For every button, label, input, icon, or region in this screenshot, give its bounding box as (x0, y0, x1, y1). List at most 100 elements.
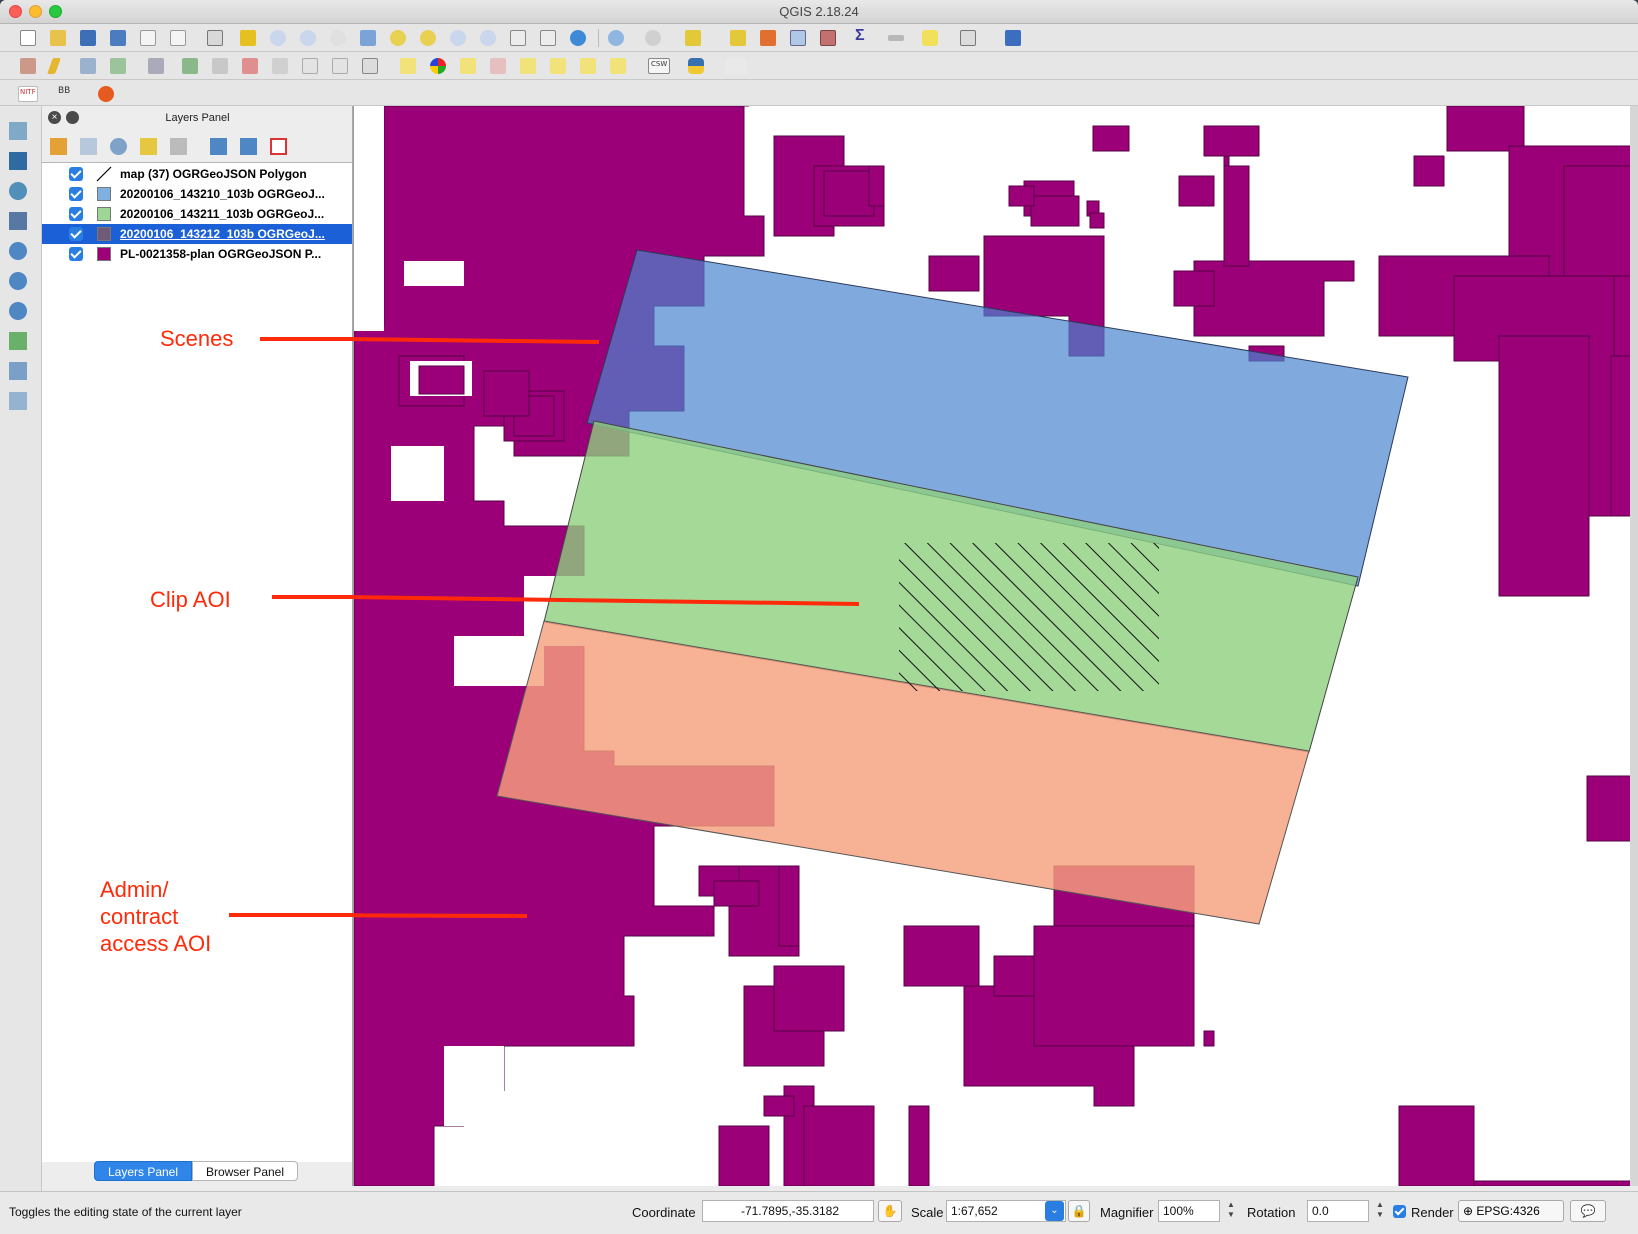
layer-row[interactable]: 20200106_143211_103b OGRGeoJ... (42, 204, 352, 224)
magnifier-field[interactable]: 100% (1158, 1200, 1220, 1222)
new-shapefile-layer-icon[interactable] (9, 392, 27, 410)
new-map-view-icon[interactable] (510, 30, 526, 46)
save-as-icon[interactable] (110, 30, 126, 46)
open-project-icon[interactable] (50, 30, 66, 46)
statistical-summary-icon[interactable]: Σ (855, 27, 865, 45)
delete-selected-icon[interactable] (242, 58, 258, 74)
layer-visibility-checkbox[interactable] (69, 167, 83, 181)
layer-visibility-checkbox[interactable] (69, 187, 83, 201)
add-spatialite-layer-icon[interactable] (9, 212, 27, 230)
change-label-icon[interactable] (580, 58, 596, 74)
run-feature-action-icon[interactable] (645, 30, 661, 46)
add-delimited-text-icon[interactable] (362, 58, 378, 74)
move-label-icon[interactable] (520, 58, 536, 74)
filter-by-expression-icon[interactable] (170, 138, 187, 155)
identify-features-icon[interactable] (608, 30, 624, 46)
style-manager-icon[interactable] (50, 138, 67, 155)
select-features-icon[interactable] (685, 30, 701, 46)
cut-features-icon[interactable] (272, 58, 288, 74)
pan-map-icon[interactable] (207, 30, 223, 46)
move-feature-icon[interactable] (182, 58, 198, 74)
copy-features-icon[interactable] (302, 58, 318, 74)
toggle-editing-icon[interactable] (47, 58, 61, 74)
help-icon[interactable] (1005, 30, 1021, 46)
refresh-icon[interactable] (570, 30, 586, 46)
expand-all-icon[interactable] (210, 138, 227, 155)
map-tips-icon[interactable] (922, 30, 938, 46)
show-hide-labels-icon[interactable] (610, 58, 626, 74)
magnifier-spinner-icon[interactable]: ▲ ▼ (1225, 1200, 1237, 1222)
highlight-pinned-icon[interactable] (490, 58, 506, 74)
save-layer-edits-icon[interactable] (80, 58, 96, 74)
pin-labels-icon[interactable] (460, 58, 476, 74)
layer-visibility-checkbox[interactable] (69, 227, 83, 241)
collapse-all-icon[interactable] (240, 138, 257, 155)
add-raster-layer-icon[interactable] (9, 152, 27, 170)
deselect-features-icon[interactable] (760, 30, 776, 46)
text-annotation-icon[interactable] (960, 30, 976, 46)
crs-button[interactable]: ⊕ EPSG:4326 (1458, 1200, 1564, 1222)
layer-visibility-checkbox[interactable] (69, 247, 83, 261)
add-wcs-layer-icon[interactable] (9, 272, 27, 290)
layer-row[interactable]: PL-0021358-plan OGRGeoJSON P... (42, 244, 352, 264)
render-checkbox[interactable] (1393, 1205, 1406, 1218)
coordinate-field[interactable]: -71.7895,-35.3182 (702, 1200, 874, 1222)
messages-icon[interactable]: 💬 (1570, 1200, 1606, 1222)
add-postgis-layer-icon[interactable] (9, 182, 27, 200)
fill-symbol-icon (97, 247, 111, 261)
open-field-calculator-icon[interactable] (820, 30, 836, 46)
zoom-native-icon[interactable] (330, 30, 346, 46)
zoom-next-icon[interactable] (480, 30, 496, 46)
rotation-field[interactable]: 0.0 (1307, 1200, 1369, 1222)
zoom-to-layer-icon[interactable] (420, 30, 436, 46)
add-virtual-layer-icon[interactable] (9, 362, 27, 380)
save-project-icon[interactable] (80, 30, 96, 46)
pan-to-selection-icon[interactable] (240, 30, 256, 46)
zoom-in-icon[interactable] (270, 30, 286, 46)
add-circular-string-icon[interactable] (148, 58, 164, 74)
python-console-icon[interactable] (688, 58, 704, 74)
toggle-extents-icon[interactable]: ✋ (878, 1200, 902, 1222)
rotate-label-icon[interactable] (550, 58, 566, 74)
layer-row[interactable]: map (37) OGRGeoJSON Polygon (42, 164, 352, 184)
add-vector-layer-icon[interactable] (9, 122, 27, 140)
tab-browser-panel[interactable]: Browser Panel (192, 1161, 298, 1181)
new-project-icon[interactable] (20, 30, 36, 46)
rotation-spinner-icon[interactable]: ▲ ▼ (1374, 1200, 1386, 1222)
add-feature-icon[interactable] (110, 58, 126, 74)
georeferencer-icon[interactable] (725, 58, 747, 74)
zoom-full-icon[interactable] (360, 30, 376, 46)
layer-row[interactable]: 20200106_143210_103b OGRGeoJ... (42, 184, 352, 204)
layer-row-selected[interactable]: 20200106_143212_103b OGRGeoJ... (42, 224, 352, 244)
add-delimited-text-layer-icon[interactable] (9, 332, 27, 350)
measure-line-icon[interactable] (888, 35, 904, 41)
bb-label[interactable]: BB (58, 86, 70, 96)
tab-layers-panel[interactable]: Layers Panel (94, 1161, 192, 1181)
composer-manager-icon[interactable] (170, 30, 186, 46)
scale-dropdown-icon[interactable]: ⌄ (1045, 1201, 1064, 1221)
open-attribute-table-icon[interactable] (790, 30, 806, 46)
map-canvas[interactable] (353, 106, 1631, 1186)
lock-scale-icon[interactable]: 🔒 (1068, 1200, 1090, 1222)
plugin-4-icon[interactable] (98, 86, 114, 102)
add-wms-layer-icon[interactable] (9, 242, 27, 260)
paste-features-icon[interactable] (332, 58, 348, 74)
zoom-last-icon[interactable] (450, 30, 466, 46)
zoom-out-icon[interactable] (300, 30, 316, 46)
select-by-value-icon[interactable] (730, 30, 746, 46)
layer-visibility-checkbox[interactable] (69, 207, 83, 221)
diagram-icon[interactable] (430, 58, 446, 74)
admin-aoi-annotation-line1: Admin/ (100, 877, 169, 902)
node-tool-icon[interactable] (212, 58, 228, 74)
zoom-to-selection-icon[interactable] (390, 30, 406, 46)
new-print-composer-icon[interactable] (140, 30, 156, 46)
filter-legend-icon[interactable] (140, 138, 157, 155)
add-group-icon[interactable] (80, 138, 97, 155)
bookmarks-icon[interactable] (540, 30, 556, 46)
magnifier-label: Magnifier (1100, 1205, 1154, 1220)
manage-visibility-icon[interactable] (110, 138, 127, 155)
current-edits-icon[interactable] (20, 58, 36, 74)
add-wfs-layer-icon[interactable] (9, 302, 27, 320)
label-toolbar-icon[interactable] (400, 58, 416, 74)
remove-layer-icon[interactable] (270, 138, 287, 155)
